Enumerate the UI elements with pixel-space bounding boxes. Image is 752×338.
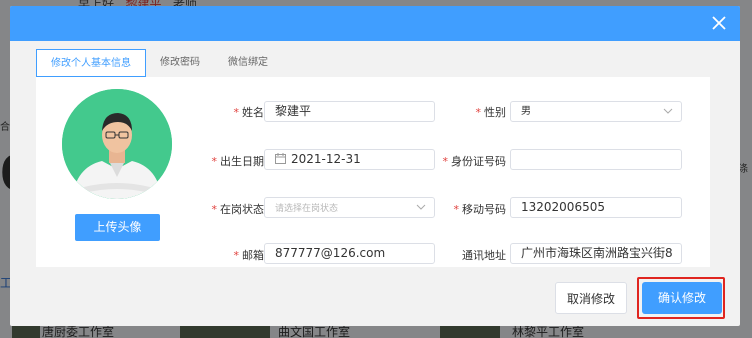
gender-value: 男: [521, 106, 531, 117]
upload-avatar-button[interactable]: 上传头像: [75, 214, 160, 241]
calendar-icon: [275, 153, 286, 164]
post-status-placeholder: 请选择在岗状态: [275, 204, 339, 214]
close-icon[interactable]: [710, 14, 728, 32]
email-label: * 邮箱: [233, 249, 265, 262]
birthdate-label: * 出生日期: [211, 155, 265, 168]
address-input[interactable]: 广州市海珠区南洲路宝兴街8: [510, 243, 682, 264]
chevron-down-icon: [663, 108, 673, 114]
birthdate-picker[interactable]: 2021-12-31: [264, 149, 435, 170]
confirm-button[interactable]: 确认修改: [642, 282, 722, 314]
id-number-label: * 身份证号码: [442, 155, 507, 168]
tab-basic-info[interactable]: 修改个人基本信息: [36, 49, 146, 77]
tab-wechat-binding[interactable]: 微信绑定: [214, 49, 282, 77]
birthdate-value: 2021-12-31: [291, 152, 361, 166]
avatar: [62, 89, 172, 199]
cancel-button[interactable]: 取消修改: [555, 282, 627, 314]
profile-tabs: 修改个人基本信息 修改密码 微信绑定: [36, 49, 282, 77]
post-status-select[interactable]: 请选择在岗状态: [264, 197, 435, 218]
mobile-label: * 移动号码: [453, 203, 507, 216]
form-panel: 上传头像 * 姓名 黎建平 * 性别 男 * 出生日期 2021-12-31 * 身份证…: [36, 77, 710, 267]
dialog-header: [10, 6, 740, 41]
edit-profile-dialog: 修改个人基本信息 修改密码 微信绑定 上传头像 * 姓名 黎建平 * 性别 男 …: [10, 6, 740, 326]
gender-label: * 性别: [475, 106, 507, 119]
tab-change-password[interactable]: 修改密码: [146, 49, 214, 77]
chevron-down-icon: [416, 204, 426, 210]
address-label: 通讯地址: [462, 249, 506, 262]
id-number-input[interactable]: [510, 149, 682, 170]
name-input[interactable]: 黎建平: [264, 101, 435, 122]
mobile-input[interactable]: 13202006505: [510, 197, 682, 218]
post-status-label: * 在岗状态: [211, 203, 265, 216]
avatar-photo: [62, 89, 172, 199]
name-label: * 姓名: [233, 106, 265, 119]
email-input[interactable]: 877777@126.com: [264, 243, 435, 264]
gender-select[interactable]: 男: [510, 101, 682, 122]
